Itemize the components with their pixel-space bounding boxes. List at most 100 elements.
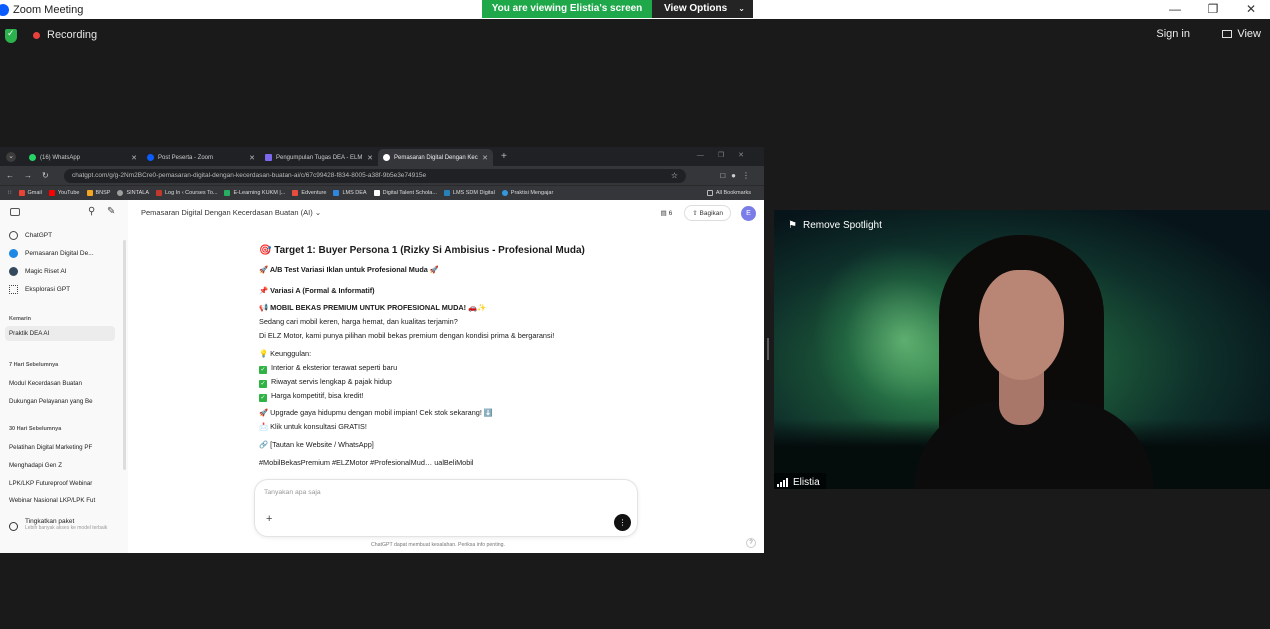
recording-label: Recording <box>47 29 98 41</box>
extensions-icon[interactable]: □●⋮ <box>720 171 756 180</box>
upgrade-subtitle: Lebih banyak akses ke model terbaik <box>25 525 108 531</box>
bookmark-item[interactable]: E-Learning KUKM |... <box>224 190 285 196</box>
bookmark-item[interactable]: YouTube <box>48 190 80 196</box>
apps-icon[interactable]: ∷ <box>8 190 12 196</box>
share-label: Bagikan <box>699 210 724 217</box>
bookmark-item[interactable]: LMS DEA <box>333 190 367 196</box>
address-bar-row: ← → ↻ chatgpt.com/g/g-2Nm2BCre0-pemasara… <box>0 166 764 185</box>
documents-button[interactable]: ▤ 6 <box>661 209 673 217</box>
bookmark-item[interactable]: LMS SDM Digital <box>443 190 495 196</box>
view-options-label: View Options <box>664 3 728 14</box>
shield-icon[interactable] <box>5 28 17 43</box>
url-field[interactable]: chatgpt.com/g/g-2Nm2BCre0-pemasaran-digi… <box>64 168 686 183</box>
chat-title[interactable]: Pemasaran Digital Dengan Kecerdasan Buat… <box>141 208 321 217</box>
close-tab-icon[interactable]: ✕ <box>482 154 488 162</box>
speaker-video[interactable]: ⚑ Remove Spotlight Elistia <box>774 210 1270 489</box>
upgrade-plan-button[interactable]: Tingkatkan paket Lebih banyak akses ke m… <box>9 518 107 531</box>
bnsp-icon <box>86 190 93 196</box>
history-section-title: 7 Hari Sebelumnya <box>9 362 59 368</box>
history-item[interactable]: Modul Kecerdasan Buatan <box>9 380 117 387</box>
close-icon[interactable]: ✕ <box>1232 0 1270 19</box>
gmail-icon <box>18 190 25 196</box>
tab-label: (16) WhatsApp <box>40 154 81 161</box>
viewing-text: You are viewing Elistia's screen <box>482 0 652 18</box>
sidebar-item-gpt[interactable]: Magic Riset AI <box>9 267 67 276</box>
sign-in-button[interactable]: Sign in <box>1156 28 1190 40</box>
history-item[interactable]: Dukungan Pelayanan yang Be <box>9 398 117 405</box>
browser-tab[interactable]: Post Peserta - Zoom ✕ <box>142 149 260 166</box>
chevron-down-icon: ⌄ <box>738 4 745 13</box>
message-line: 💡 Keunggulan: <box>259 349 312 358</box>
tab-search-icon[interactable]: ⌄ <box>6 152 16 162</box>
upgrade-title: Tingkatkan paket <box>25 518 75 525</box>
browser-tab-active[interactable]: Pemasaran Digital Dengan Kec ✕ <box>378 149 493 166</box>
gpt-avatar-icon <box>9 267 18 276</box>
panel-resize-handle[interactable] <box>767 338 769 360</box>
sidebar-item-gpt[interactable]: Pemasaran Digital De... <box>9 249 94 258</box>
speaker-face <box>979 270 1064 380</box>
close-tab-icon[interactable]: ✕ <box>367 154 373 162</box>
voice-mode-icon[interactable]: ⋮ <box>614 514 631 531</box>
bookmark-label: YouTube <box>57 190 80 196</box>
bookmarks-bar: ∷ Gmail YouTube BNSP SINTALA Log In ‹ Co… <box>0 185 764 200</box>
title-bar: Zoom Meeting You are viewing Elistia's s… <box>0 0 1270 19</box>
bookmark-label: BNSP <box>95 190 111 196</box>
recording-indicator[interactable]: Recording <box>33 29 97 41</box>
remove-spotlight-button[interactable]: ⚑ Remove Spotlight <box>788 220 882 231</box>
participant-nameplate: Elistia <box>774 473 826 489</box>
close-tab-icon[interactable]: ✕ <box>249 154 255 162</box>
browser-tab[interactable]: (16) WhatsApp ✕ <box>24 149 142 166</box>
sidebar-item-explore[interactable]: Eksplorasi GPT <box>9 285 70 294</box>
courses-icon <box>156 190 162 196</box>
bookmark-item[interactable]: Edventure <box>292 190 326 196</box>
maximize-icon[interactable]: ❐ <box>1194 0 1232 19</box>
zoom-window: Zoom Meeting You are viewing Elistia's s… <box>0 0 1270 629</box>
avatar[interactable]: E <box>741 205 756 221</box>
view-button[interactable]: View <box>1222 28 1261 40</box>
sidebar-toggle-icon[interactable] <box>10 208 20 216</box>
whatsapp-icon <box>29 154 36 161</box>
history-item[interactable]: Webinar Nasional LKP/LPK Fut <box>9 497 117 504</box>
add-attachment-icon[interactable]: + <box>266 513 272 525</box>
sidebar-scrollbar[interactable] <box>123 240 126 470</box>
history-item[interactable]: Menghadapi Gen Z <box>9 462 117 469</box>
bookmark-star-icon[interactable]: ☆ <box>671 169 678 183</box>
browser-window-controls: —❐✕ <box>696 152 758 159</box>
new-tab-icon[interactable]: + <box>501 151 507 162</box>
message-composer[interactable]: Tanyakan apa saja + ⋮ <box>254 479 638 537</box>
help-icon[interactable]: ? <box>746 538 756 548</box>
chat-title-text: Pemasaran Digital Dengan Kecerdasan Buat… <box>141 208 313 217</box>
bookmark-label: Log In ‹ Courses To... <box>165 190 218 196</box>
message-heading: 🎯 Target 1: Buyer Persona 1 (Rizky Si Am… <box>259 245 585 256</box>
history-item-selected[interactable]: Praktik DEA AI <box>5 326 115 341</box>
bookmark-item[interactable]: Log In ‹ Courses To... <box>156 190 217 196</box>
view-options-button[interactable]: View Options ⌄ <box>652 0 753 18</box>
bookmark-label: Edventure <box>301 190 327 196</box>
reload-icon[interactable]: ↻ <box>42 171 60 180</box>
browser-tab[interactable]: Pengumpulan Tugas DEA - ELM ✕ <box>260 149 378 166</box>
back-icon[interactable]: ← <box>6 171 24 180</box>
tab-label: Pengumpulan Tugas DEA - ELM <box>276 154 363 161</box>
bookmark-item[interactable]: Gmail <box>18 190 42 196</box>
form-icon <box>265 154 272 161</box>
all-bookmarks-button[interactable]: All Bookmarks <box>706 190 751 196</box>
search-icon[interactable]: ⚲ <box>88 206 95 217</box>
bookmark-item[interactable]: BNSP <box>86 190 111 196</box>
forward-icon[interactable]: → <box>24 171 42 180</box>
share-button[interactable]: ⇧ Bagikan <box>684 205 731 221</box>
list-item-text: Riwayat servis lengkap & pajak hidup <box>271 377 392 386</box>
message-line: 📩 Klik untuk konsultasi GRATIS! <box>259 422 367 431</box>
viewing-banner: You are viewing Elistia's screen View Op… <box>482 0 753 18</box>
close-tab-icon[interactable]: ✕ <box>131 154 137 162</box>
bookmark-item[interactable]: Digital Talent Schola... <box>373 190 437 196</box>
bookmark-item[interactable]: SINTALA <box>117 190 149 196</box>
sidebar-item-chatgpt[interactable]: ChatGPT <box>9 231 52 240</box>
history-item[interactable]: Pelatihan Digital Marketing PF <box>9 444 117 451</box>
list-item-text: Harga kompetitif, bisa kredit! <box>271 391 364 400</box>
bookmark-label: Gmail <box>27 190 42 196</box>
history-item[interactable]: LPK/LKP Futureproof Webinar <box>9 480 117 487</box>
bookmark-item[interactable]: Praktisi Mengajar <box>501 190 553 196</box>
new-chat-icon[interactable]: ✎ <box>107 206 115 217</box>
checkbox-icon: ✓ <box>259 366 267 374</box>
minimize-icon[interactable]: — <box>1156 0 1194 19</box>
